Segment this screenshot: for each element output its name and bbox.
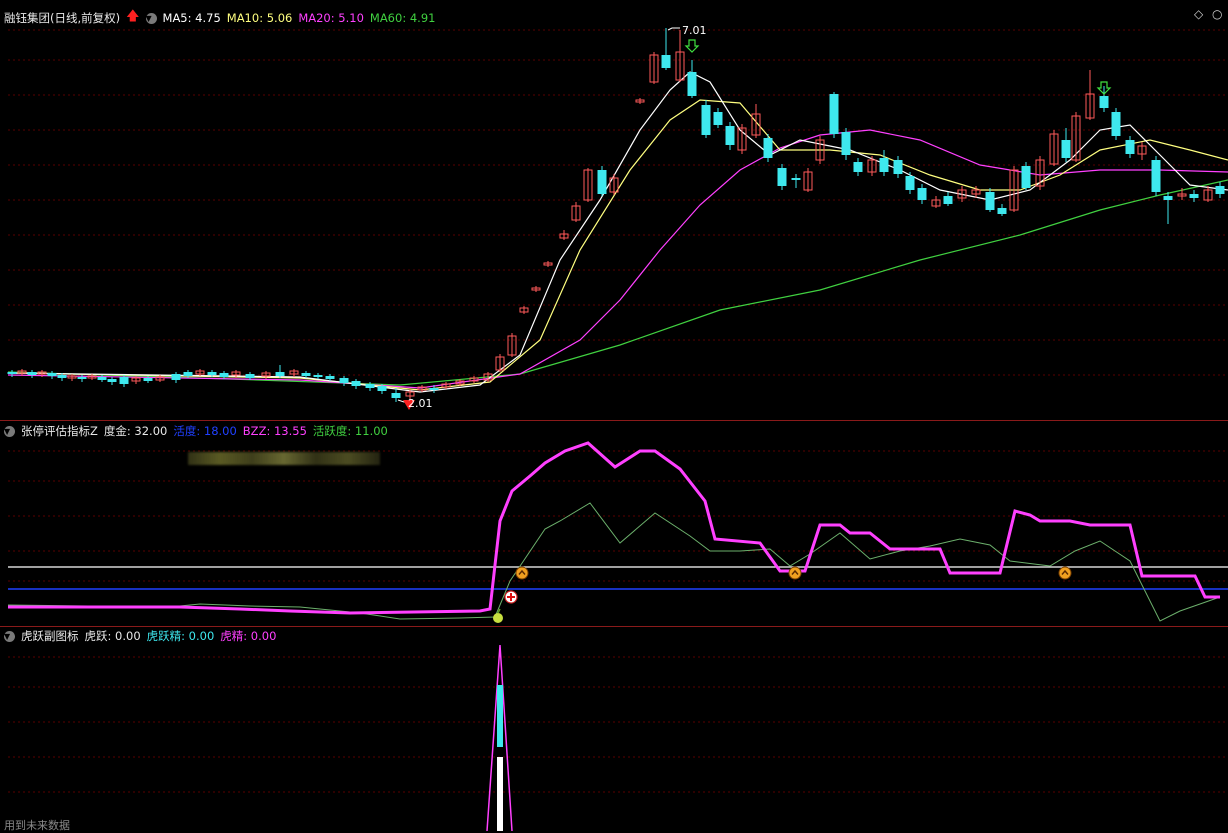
green-down-arrow-icon — [684, 39, 700, 53]
candle-body-down — [143, 378, 153, 381]
candle-body-down — [893, 160, 903, 174]
candle-body-down — [701, 105, 711, 135]
candle-body-down — [313, 375, 323, 377]
dujin-label: 度金: 32.00 — [103, 424, 168, 438]
apple-icon — [493, 613, 503, 623]
candle-body-down — [713, 112, 723, 125]
bzz-label: BZZ: 13.55 — [242, 424, 307, 438]
candle-body-down — [943, 196, 953, 204]
indicator1-chart — [7, 441, 1228, 623]
low-price-label: 2.01 — [408, 397, 433, 410]
candle-body-down — [879, 158, 889, 172]
candle-body-down — [351, 381, 361, 386]
candle-body-down — [77, 377, 87, 379]
candle-body-down — [1163, 196, 1173, 200]
candle-body-down — [841, 132, 851, 155]
collapse-circle-icon[interactable]: ▼ — [4, 630, 15, 642]
huyuejing-bar — [497, 685, 503, 747]
candle-body-down — [763, 138, 773, 158]
candle-body-down — [429, 388, 439, 390]
candle-body-down — [219, 373, 229, 377]
candle-body-down — [1189, 194, 1199, 198]
ma5-label: MA5: 4.75 — [162, 11, 221, 25]
diamond-icon[interactable]: ◇ — [1194, 7, 1203, 21]
ma5-line — [7, 71, 1228, 393]
candle-body-down — [57, 375, 67, 378]
candle-body-down — [1061, 140, 1071, 158]
candle-body-down — [725, 126, 735, 145]
candle-body-down — [829, 94, 839, 134]
candle-body-down — [661, 55, 671, 68]
candle-body-down — [1151, 160, 1161, 192]
candle-body-down — [791, 178, 801, 180]
indicator1-legend: ▼ 张停评估指标Z 度金: 32.00 活度: 18.00 BZZ: 13.55… — [4, 423, 388, 439]
indicator2-legend: ▼ 虎跃副图标 虎跃: 0.00 虎跃精: 0.00 虎精: 0.00 — [4, 628, 276, 644]
candle-body-down — [997, 208, 1007, 214]
orange-up-circle-icon — [788, 566, 802, 580]
candle-body-down — [325, 376, 335, 379]
ma10-label: MA10: 5.06 — [226, 11, 293, 25]
candle-body-down — [301, 373, 311, 376]
candle-body-down — [905, 176, 915, 190]
indicator2-name: 虎跃副图标 — [21, 629, 79, 643]
blurred-watermark — [188, 452, 380, 465]
candle-body-down — [1021, 166, 1031, 188]
candle-body-down — [597, 170, 607, 194]
candle-body-down — [917, 188, 927, 200]
huyuejing-label: 虎跃精: 0.00 — [146, 629, 215, 643]
indicator1-name: 张停评估指标Z — [21, 424, 98, 438]
candle-body-down — [1111, 112, 1121, 136]
ma60-line — [7, 179, 1228, 386]
price-chart — [7, 27, 1228, 410]
candle-body-down — [339, 378, 349, 383]
up-arrow-icon: 🡅 — [126, 9, 140, 24]
indicator2-chart — [8, 644, 1228, 831]
candle-body-down — [275, 372, 285, 376]
candle-body-down — [777, 168, 787, 186]
orange-up-circle-icon — [1058, 566, 1072, 580]
candle-body-down — [1099, 96, 1109, 108]
candle-body-down — [365, 384, 375, 388]
stock-title: 融钰集团(日线,前复权) — [4, 11, 121, 25]
candle-body-down — [27, 372, 37, 375]
orange-up-circle-icon — [515, 566, 529, 580]
candle-body-down — [985, 192, 995, 210]
huyue-bar — [497, 757, 503, 831]
candle-body-down — [391, 393, 401, 398]
main-chart-panel[interactable]: 融钰集团(日线,前复权) 🡅 ▼ MA5: 4.75 MA10: 5.06 MA… — [0, 0, 1228, 420]
hujing-label: 虎精: 0.00 — [220, 629, 277, 643]
indicator1-panel[interactable]: ▼ 张停评估指标Z 度金: 32.00 活度: 18.00 BZZ: 13.55… — [0, 421, 1228, 626]
candle-body-down — [207, 372, 217, 375]
circle-icon[interactable]: ○ — [1212, 7, 1222, 21]
candle-body-down — [119, 377, 129, 384]
collapse-circle-icon[interactable]: ▼ — [145, 12, 157, 24]
indicator2-panel[interactable]: ▼ 虎跃副图标 虎跃: 0.00 虎跃精: 0.00 虎精: 0.00 用到未来… — [0, 627, 1228, 832]
bzz-indicator-line — [8, 441, 1220, 615]
ma60-label: MA60: 4.91 — [369, 11, 436, 25]
high-price-label: 7.01 — [682, 24, 707, 37]
main-legend: 融钰集团(日线,前复权) 🡅 ▼ MA5: 4.75 MA10: 5.06 MA… — [4, 7, 435, 29]
candle-body-down — [107, 379, 117, 382]
huodu-label: 活度: 18.00 — [173, 424, 237, 438]
candle-body-down — [7, 372, 17, 374]
candle-body-down — [97, 377, 107, 380]
ma10-line — [7, 99, 1228, 391]
candle-body-down — [377, 386, 387, 391]
collapse-circle-icon[interactable]: ▼ — [4, 425, 15, 437]
candle-body-down — [1215, 186, 1225, 194]
candle-body-down — [171, 374, 181, 380]
candle-body-down — [47, 373, 57, 376]
candle-body-down — [853, 162, 863, 172]
candle-body-down — [183, 372, 193, 376]
candle-body-down — [245, 374, 255, 378]
huoyuedu-label: 活跃度: 11.00 — [312, 424, 388, 438]
ma20-label: MA20: 5.10 — [298, 11, 364, 25]
huyue-label: 虎跃: 0.00 — [84, 629, 141, 643]
candle-body-down — [1125, 140, 1135, 154]
candle-body-down — [687, 72, 697, 96]
